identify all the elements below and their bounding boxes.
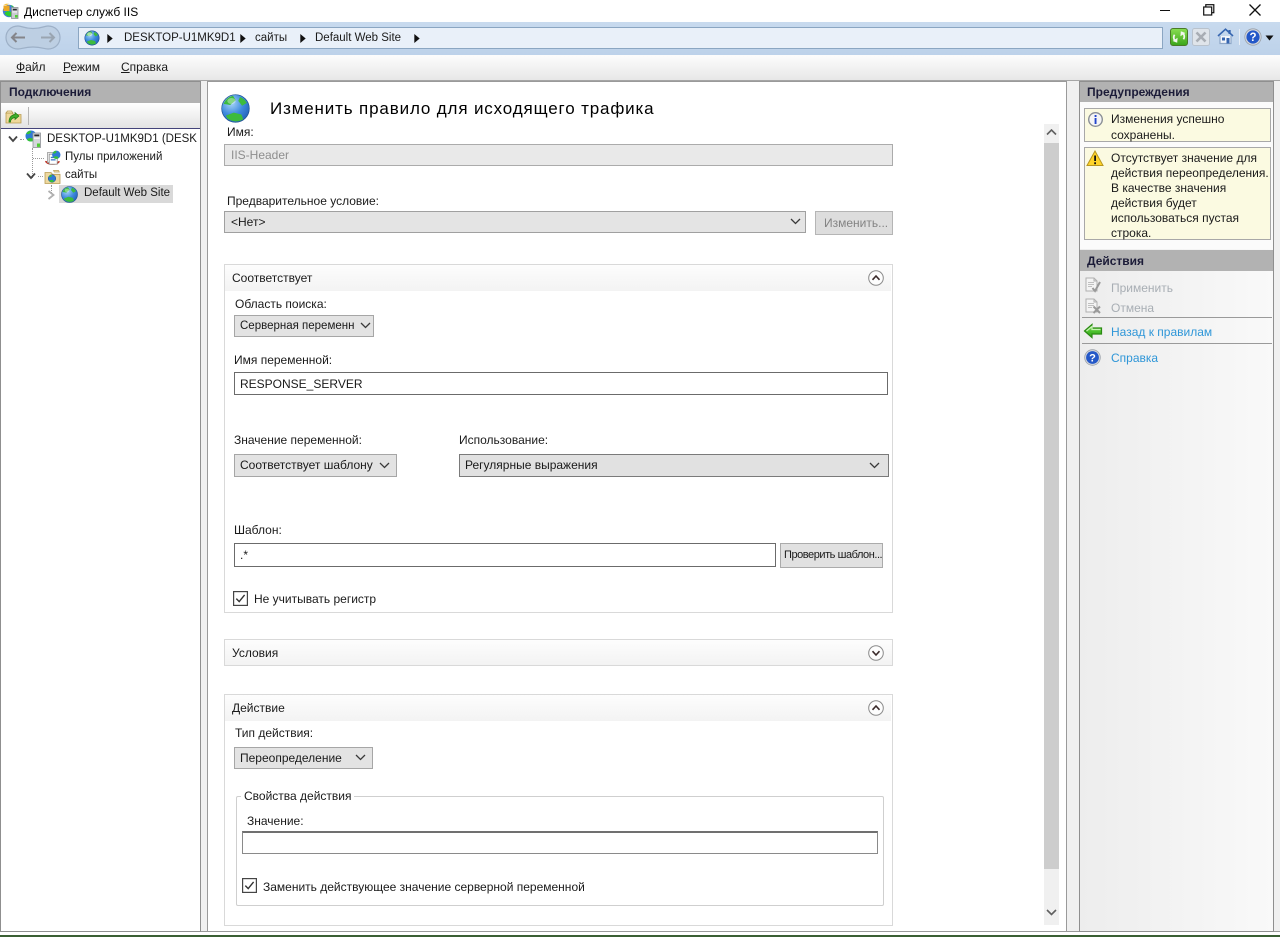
svg-text:?: ? xyxy=(1089,353,1096,365)
svg-text:?: ? xyxy=(1249,32,1256,44)
